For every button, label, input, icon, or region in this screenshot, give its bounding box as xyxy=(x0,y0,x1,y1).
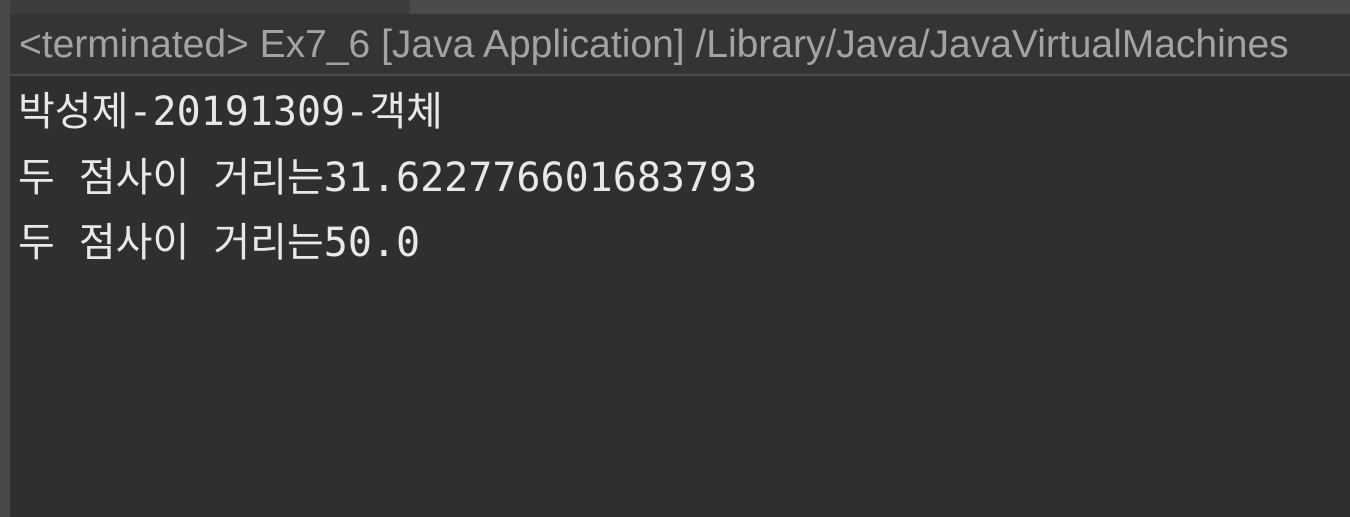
console-output-line: 두 점사이 거리는50.0 xyxy=(18,220,421,266)
left-gutter xyxy=(0,0,10,517)
view-tab-strip[interactable] xyxy=(0,0,1350,14)
console-view: <terminated> Ex7_6 [Java Application] /L… xyxy=(0,0,1350,517)
console-output-line: 두 점사이 거리는31.622776601683793 xyxy=(18,155,758,201)
console-output[interactable]: 박성제-20191309-객체 두 점사이 거리는31.622776601683… xyxy=(10,76,1350,517)
console-output-line: 박성제-20191309-객체 xyxy=(18,89,443,135)
console-title-bar: <terminated> Ex7_6 [Java Application] /L… xyxy=(10,14,1350,76)
active-view-tab[interactable] xyxy=(0,0,410,14)
console-title: <terminated> Ex7_6 [Java Application] /L… xyxy=(19,23,1289,66)
